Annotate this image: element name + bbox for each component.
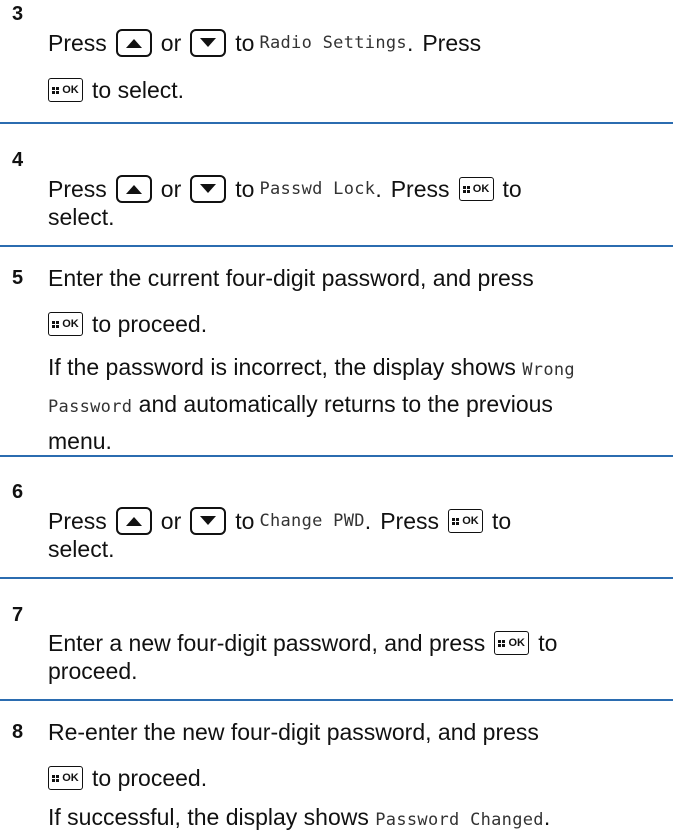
- menu-ok-key-icon: OK: [48, 312, 83, 336]
- step-4-line-2: select.: [48, 204, 115, 230]
- up-arrow-key-icon: [115, 507, 152, 535]
- step-7-line-2: proceed.: [48, 658, 138, 684]
- up-arrow-key-icon: [115, 29, 152, 57]
- divider: [0, 577, 673, 579]
- text: to select.: [92, 77, 185, 103]
- menu-ok-key-icon: OK: [458, 177, 494, 201]
- step-number: 5: [12, 267, 24, 289]
- down-arrow-key-icon: [190, 29, 227, 57]
- down-arrow-key-icon: [190, 175, 227, 203]
- up-arrow-key-icon: [115, 175, 152, 203]
- step-5-line-1: Enter the current four-digit password, a…: [48, 265, 534, 291]
- step-number: 8: [12, 721, 24, 743]
- step-3-line-1: Press or to Radio Settings. Press: [48, 29, 482, 57]
- step-number: 3: [12, 3, 24, 25]
- text: or: [160, 30, 182, 56]
- menu-ok-key-icon: OK: [447, 509, 483, 533]
- divider: [0, 122, 673, 124]
- divider: [0, 455, 673, 457]
- menu-ok-key-icon: OK: [48, 78, 83, 102]
- text: Press: [48, 30, 107, 56]
- step-number: 4: [12, 149, 24, 171]
- divider: [0, 699, 673, 701]
- step-8-line-2: OK to proceed.: [48, 763, 667, 793]
- menu-ok-key-icon: OK: [494, 631, 530, 655]
- menu-item-name: Radio Settings: [259, 33, 407, 53]
- text: Press: [422, 30, 482, 56]
- down-arrow-key-icon: [190, 507, 227, 535]
- menu-ok-key-icon: OK: [48, 766, 83, 790]
- text: to: [235, 30, 255, 56]
- step-5-note: If the password is incorrect, the displa…: [48, 354, 575, 454]
- step-3-line-2: OK to select.: [48, 75, 667, 105]
- text: to proceed.: [92, 765, 208, 791]
- text: to proceed.: [92, 311, 208, 337]
- step-number: 6: [12, 481, 24, 503]
- step-8-line-1: Re-enter the new four-digit password, an…: [48, 719, 539, 745]
- step-number: 7: [12, 604, 24, 626]
- step-5-line-2: OK to proceed.: [48, 309, 667, 339]
- step-8-note: If successful, the display shows Passwor…: [48, 804, 551, 830]
- step-6-line-2: select.: [48, 536, 115, 562]
- divider: [0, 245, 673, 247]
